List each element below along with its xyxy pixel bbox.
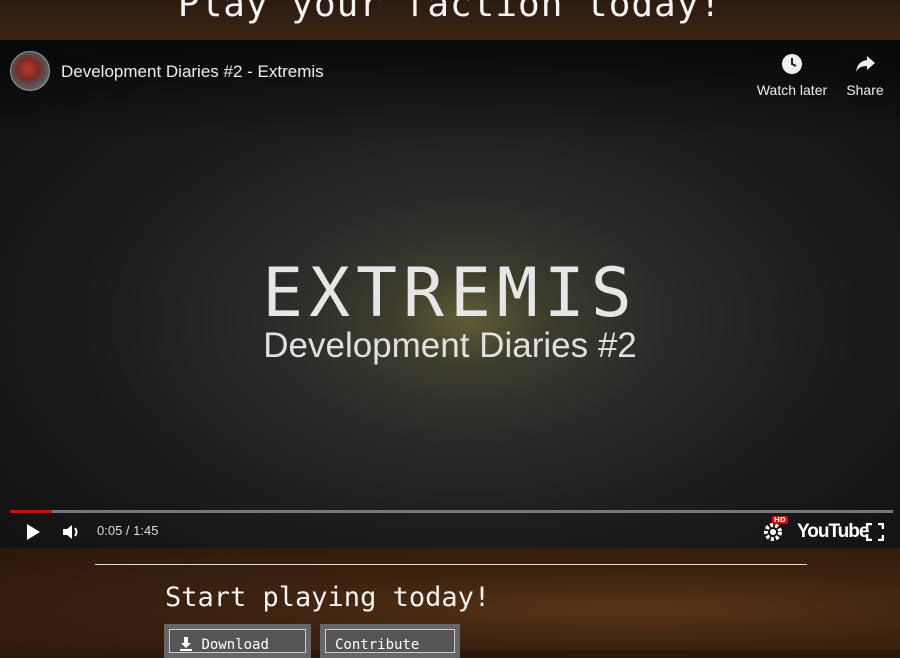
watch-later-button[interactable]: Watch later [754, 52, 830, 98]
top-banner: Play your faction today! [0, 0, 900, 40]
contribute-label: Contribute [335, 637, 420, 653]
download-button[interactable]: Download [164, 624, 311, 658]
progress-played [10, 510, 53, 513]
progress-bar[interactable] [10, 510, 893, 513]
clock-icon [782, 54, 802, 74]
download-icon [180, 637, 192, 651]
thumbnail-title: EXTREMIS [262, 254, 638, 333]
share-button[interactable]: Share [842, 52, 888, 98]
cta-heading: Start playing today! [165, 582, 491, 613]
share-label: Share [846, 82, 884, 98]
hd-badge: HD [772, 516, 788, 524]
banner-headline: Play your faction today! [177, 0, 723, 25]
volume-icon[interactable] [62, 523, 82, 541]
video-player[interactable]: Development Diaries #2 - Extremis Watch … [0, 40, 900, 548]
divider [95, 564, 807, 565]
settings-icon[interactable] [763, 522, 783, 542]
play-icon[interactable] [24, 523, 42, 541]
contribute-button[interactable]: Contribute [320, 624, 460, 658]
download-label: Download [201, 637, 269, 653]
video-title[interactable]: Development Diaries #2 - Extremis [61, 62, 324, 82]
youtube-logo[interactable]: YouTube [797, 521, 869, 543]
thumbnail-subtitle: Development Diaries #2 [263, 326, 637, 365]
fullscreen-icon[interactable] [866, 523, 884, 541]
share-icon [856, 56, 875, 72]
cta-section: Start playing today! Download Contribute [0, 548, 900, 658]
player-controls: 0:05 / 1:45 HD YouTube [0, 516, 900, 548]
channel-avatar[interactable] [10, 51, 50, 91]
watch-later-label: Watch later [756, 82, 828, 98]
time-display: 0:05 / 1:45 [97, 523, 159, 538]
